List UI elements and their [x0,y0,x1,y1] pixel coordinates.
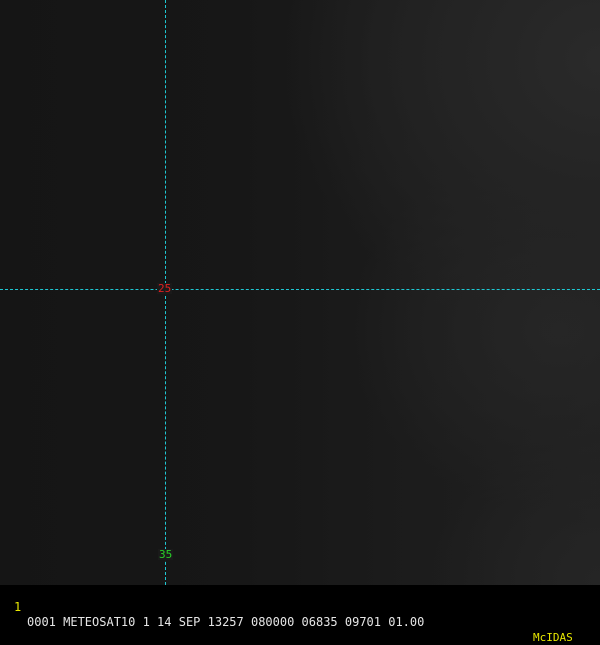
grid-label-25: 25 [157,282,173,295]
status-bar: 1 0001 METEOSAT10 1 14 SEP 13257 080000 … [0,585,600,644]
mcidas-label: McIDAS [533,631,573,644]
image-info: 0001 METEOSAT10 1 14 SEP 13257 080000 06… [27,615,425,629]
frame-number: 1 [14,600,22,614]
satellite-image [0,0,600,585]
latitude-gridline [0,289,600,290]
grid-label-35: 35 [158,548,174,561]
